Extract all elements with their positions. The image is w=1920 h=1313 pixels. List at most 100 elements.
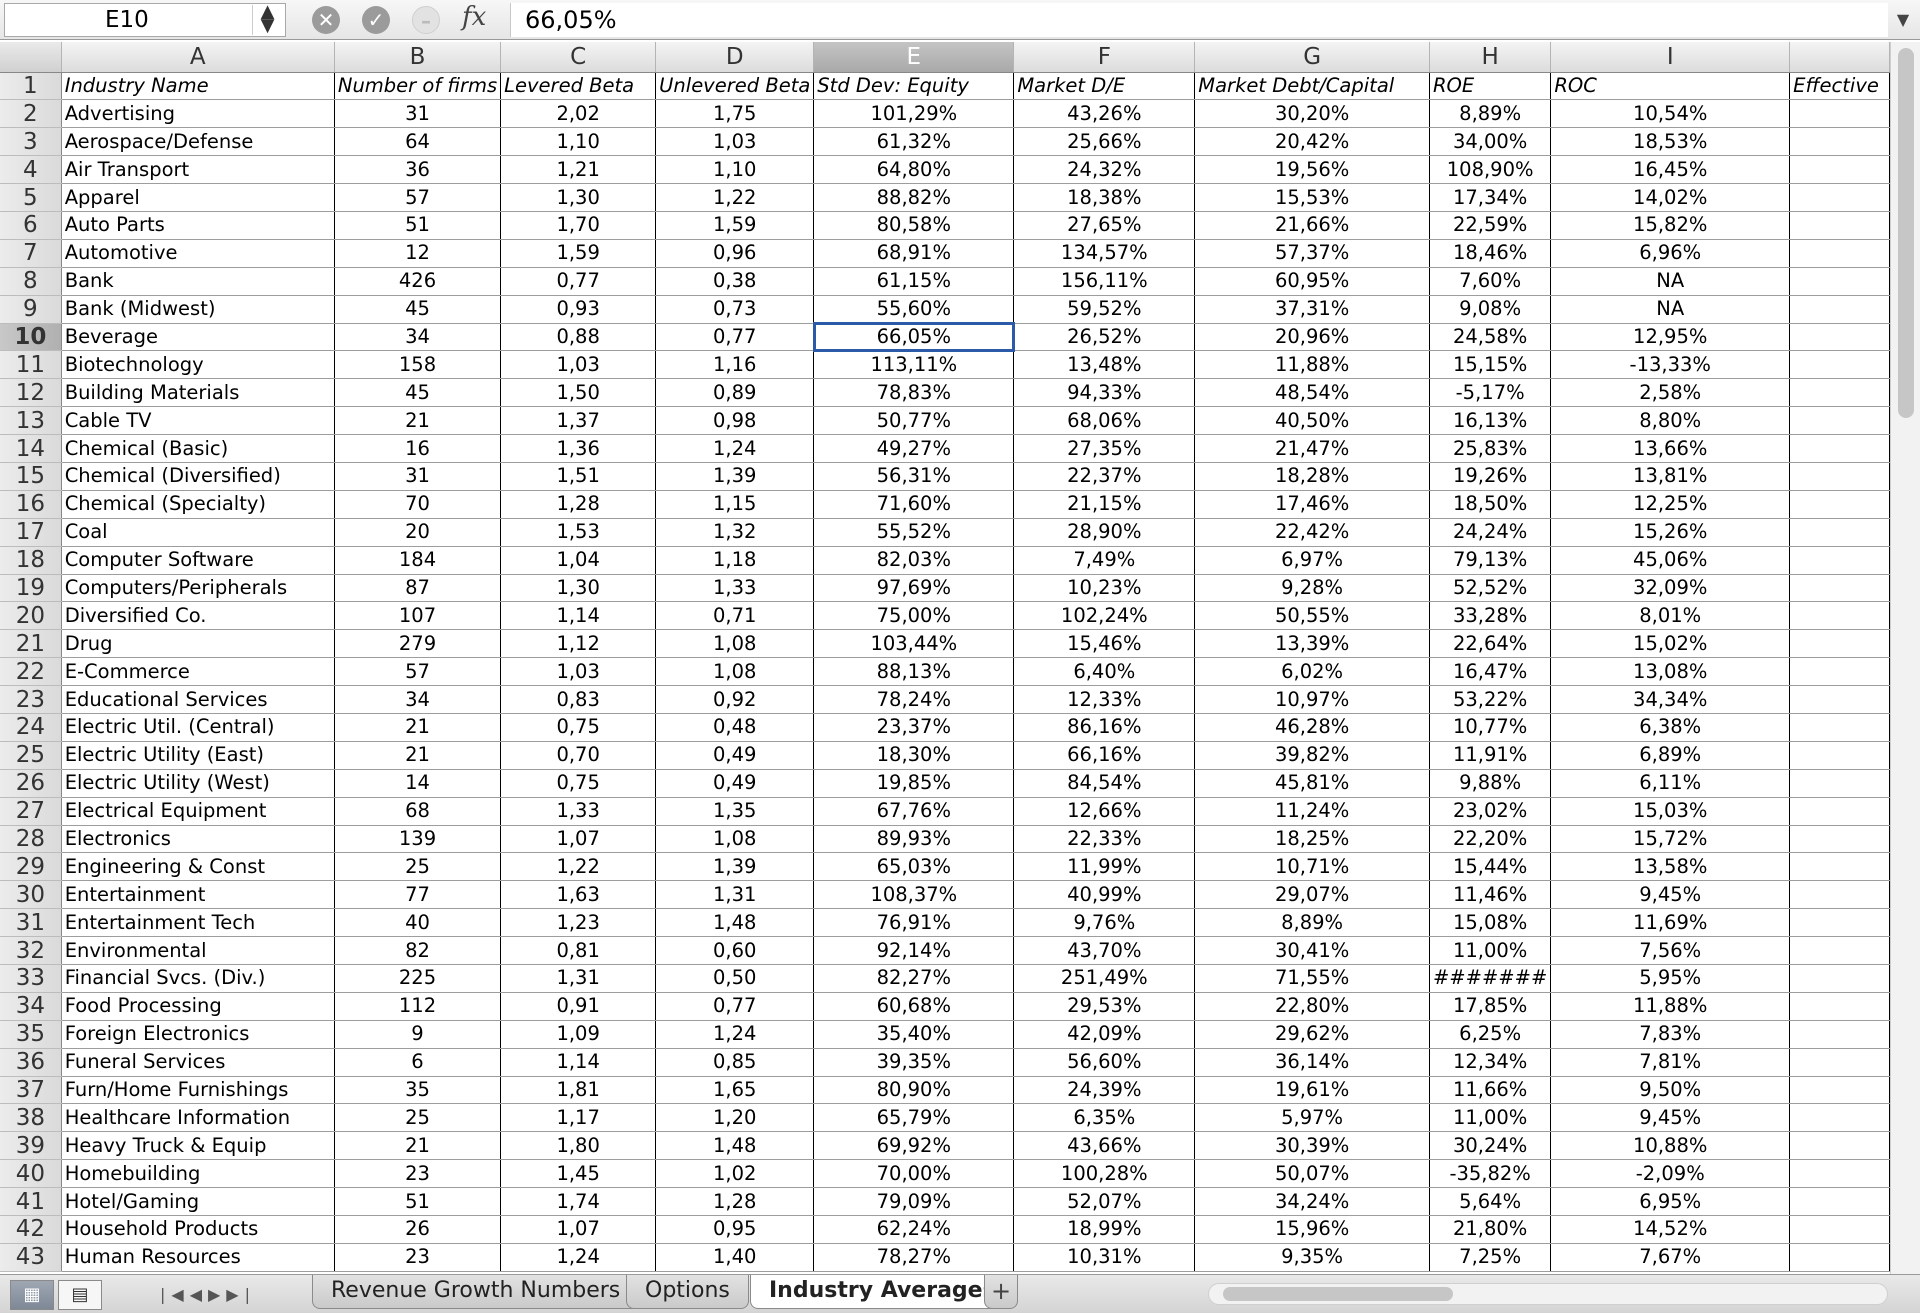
cell[interactable]: 28,90%	[1013, 518, 1196, 547]
cell[interactable]: 25	[334, 852, 502, 882]
cell[interactable]: 79,13%	[1429, 546, 1552, 575]
cell[interactable]: 34	[334, 685, 502, 714]
cell[interactable]: 8,89%	[1194, 908, 1430, 938]
sheet-tab[interactable]: Industry Averages	[750, 1275, 1015, 1309]
sheet-tab[interactable]: Options	[626, 1275, 749, 1309]
cell[interactable]: 1,21	[500, 155, 657, 185]
cell[interactable]	[1789, 741, 1890, 770]
cell[interactable]: 1,08	[655, 657, 815, 687]
cell[interactable]: 1,51	[500, 462, 657, 491]
normal-view-icon[interactable]: ▦	[10, 1280, 54, 1310]
cell[interactable]: 16,47%	[1429, 657, 1552, 687]
cell[interactable]: 1,18	[655, 546, 815, 575]
cell[interactable]: 42,09%	[1013, 1020, 1196, 1049]
fx-label[interactable]: fx	[462, 2, 486, 32]
cell[interactable]: 0,88	[500, 323, 657, 352]
cell[interactable]: 66,16%	[1013, 741, 1196, 770]
cell[interactable]: 1,30	[500, 183, 657, 212]
cell[interactable]: 7,25%	[1429, 1243, 1552, 1272]
cell[interactable]: 78,24%	[813, 685, 1015, 714]
cell[interactable]: 23,02%	[1429, 797, 1552, 826]
cell[interactable]: 15,26%	[1550, 518, 1791, 547]
cell[interactable]: 1,37	[500, 406, 657, 436]
cell[interactable]: 15,96%	[1194, 1215, 1430, 1244]
cell[interactable]	[1789, 183, 1890, 212]
row-header[interactable]: 33	[0, 964, 62, 993]
cell[interactable]: 35,40%	[813, 1020, 1015, 1049]
cell[interactable]: 40,99%	[1013, 880, 1196, 910]
cell[interactable]: 1,45	[500, 1159, 657, 1189]
cell[interactable]: 26,52%	[1013, 323, 1196, 352]
cell[interactable]	[1789, 1243, 1890, 1272]
cell[interactable]: Advertising	[61, 99, 335, 129]
cell[interactable]: 48,54%	[1194, 378, 1430, 408]
cell[interactable]: 1,03	[655, 127, 815, 157]
cell[interactable]: 1,08	[655, 629, 815, 659]
row-header[interactable]: 43	[0, 1243, 62, 1272]
cell[interactable]: 30,41%	[1194, 936, 1430, 965]
cell[interactable]: 1,10	[500, 127, 657, 157]
cell[interactable]: 68,91%	[813, 239, 1015, 268]
row-header[interactable]: 8	[0, 267, 62, 296]
row-header[interactable]: 29	[0, 852, 62, 882]
cell[interactable]: 12,25%	[1550, 490, 1791, 519]
cell[interactable]: 1,22	[655, 183, 815, 212]
cell[interactable]: Human Resources	[61, 1243, 335, 1272]
formula-expand-icon[interactable]: ▼	[1890, 6, 1916, 34]
cell[interactable]: 55,52%	[813, 518, 1015, 547]
cell[interactable]: 31	[334, 462, 502, 491]
cell[interactable]: 1,28	[500, 490, 657, 519]
cell[interactable]: Electric Utility (East)	[61, 741, 335, 770]
row-header[interactable]: 18	[0, 546, 62, 575]
cell[interactable]: Hotel/Gaming	[61, 1187, 335, 1217]
cell[interactable]: 13,81%	[1550, 462, 1791, 491]
cell[interactable]: 1,03	[500, 657, 657, 687]
header-cell[interactable]: ROC	[1550, 72, 1791, 101]
cell[interactable]: 1,03	[500, 350, 657, 380]
cell[interactable]: 16,45%	[1550, 155, 1791, 185]
row-header[interactable]: 30	[0, 880, 62, 910]
cell[interactable]: 12	[334, 239, 502, 268]
cell[interactable]: 184	[334, 546, 502, 575]
row-header[interactable]: 24	[0, 713, 62, 742]
cell[interactable]: 18,46%	[1429, 239, 1552, 268]
row-header[interactable]: 7	[0, 239, 62, 268]
cell[interactable]: 87	[334, 574, 502, 603]
cell[interactable]: 0,75	[500, 769, 657, 798]
cell[interactable]: NA	[1550, 267, 1791, 296]
cell[interactable]: 139	[334, 825, 502, 854]
cell[interactable]: 62,24%	[813, 1215, 1015, 1244]
cell[interactable]: 9	[334, 1020, 502, 1049]
cell[interactable]: 68	[334, 797, 502, 826]
cell[interactable]: Food Processing	[61, 992, 335, 1021]
cell[interactable]: 92,14%	[813, 936, 1015, 965]
cell[interactable]: 45	[334, 378, 502, 408]
cell[interactable]: 1,17	[500, 1103, 657, 1133]
cell[interactable]: Chemical (Basic)	[61, 434, 335, 463]
page-layout-view-icon[interactable]: ▤	[58, 1280, 102, 1310]
cell[interactable]: 11,99%	[1013, 852, 1196, 882]
cell[interactable]: 1,30	[500, 574, 657, 603]
cell[interactable]	[1789, 490, 1890, 519]
cell[interactable]: 16	[334, 434, 502, 463]
cell[interactable]	[1789, 99, 1890, 129]
cell[interactable]: 1,81	[500, 1076, 657, 1105]
cell[interactable]: 279	[334, 629, 502, 659]
cell[interactable]: 1,14	[500, 601, 657, 631]
cell[interactable]: 1,39	[655, 852, 815, 882]
cell[interactable]: 15,72%	[1550, 825, 1791, 854]
cell[interactable]: 10,88%	[1550, 1131, 1791, 1161]
cell[interactable]: 1,23	[500, 908, 657, 938]
add-sheet-button[interactable]: +	[984, 1275, 1018, 1309]
cell[interactable]: Cable TV	[61, 406, 335, 436]
cell[interactable]: 1,20	[655, 1103, 815, 1133]
cell[interactable]: 426	[334, 267, 502, 296]
cell[interactable]: Educational Services	[61, 685, 335, 714]
cell[interactable]: 15,53%	[1194, 183, 1430, 212]
cell[interactable]: 100,28%	[1013, 1159, 1196, 1189]
row-header[interactable]: 26	[0, 769, 62, 798]
header-cell[interactable]: Market D/E	[1013, 72, 1196, 101]
cell[interactable]: 21	[334, 1131, 502, 1161]
cell[interactable]: -5,17%	[1429, 378, 1552, 408]
cell[interactable]	[1789, 1103, 1890, 1133]
